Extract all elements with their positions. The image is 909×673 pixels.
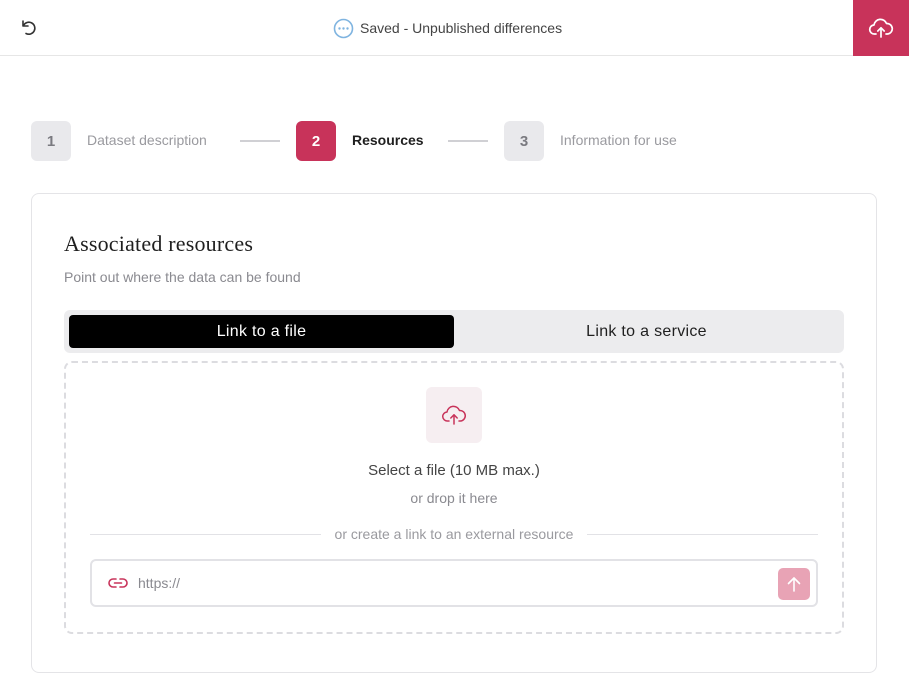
resources-card: Associated resources Point out where the…	[31, 193, 877, 673]
or-divider: or create a link to an external resource	[90, 524, 818, 544]
card-title: Associated resources	[64, 231, 254, 256]
card-subtitle: Point out where the data can be found	[64, 269, 301, 285]
divider-line	[90, 533, 321, 535]
upload-file-button[interactable]	[426, 387, 482, 443]
stepper: 1 Dataset description 2 Resources 3 Info…	[31, 121, 731, 161]
dots-circle-icon	[333, 18, 354, 39]
save-status-text: Saved - Unpublished differences	[360, 20, 563, 36]
cloud-upload-icon	[868, 18, 894, 38]
resource-type-tabs: Link to a file Link to a service	[64, 310, 844, 353]
divider-line	[587, 533, 818, 535]
step-3-number[interactable]: 3	[504, 121, 544, 161]
step-3-label[interactable]: Information for use	[560, 132, 677, 148]
top-bar: Saved - Unpublished differences	[0, 0, 909, 56]
tab-link-to-service[interactable]: Link to a service	[454, 315, 839, 348]
file-dropzone[interactable]: Select a file (10 MB max.) or drop it he…	[64, 361, 844, 634]
step-1-number[interactable]: 1	[31, 121, 71, 161]
url-input[interactable]	[138, 561, 768, 605]
cloud-upload-icon	[442, 405, 467, 425]
undo-icon	[22, 20, 36, 35]
publish-button[interactable]	[853, 0, 909, 56]
divider-text: or create a link to an external resource	[334, 526, 574, 542]
link-icon	[108, 578, 128, 588]
drop-hint: or drop it here	[410, 490, 498, 506]
url-field	[90, 559, 818, 607]
step-2-label[interactable]: Resources	[352, 132, 424, 148]
step-1-label[interactable]: Dataset description	[87, 132, 207, 148]
step-connector	[448, 140, 488, 142]
select-file-link[interactable]: Select a file (10 MB max.)	[66, 462, 842, 479]
arrow-up-icon	[787, 577, 801, 592]
tab-link-to-file[interactable]: Link to a file	[69, 315, 454, 348]
step-connector	[240, 140, 280, 142]
undo-button[interactable]	[12, 12, 44, 44]
url-submit-button[interactable]	[778, 568, 810, 600]
step-2-number[interactable]: 2	[296, 121, 336, 161]
save-status: Saved - Unpublished differences	[333, 17, 562, 39]
